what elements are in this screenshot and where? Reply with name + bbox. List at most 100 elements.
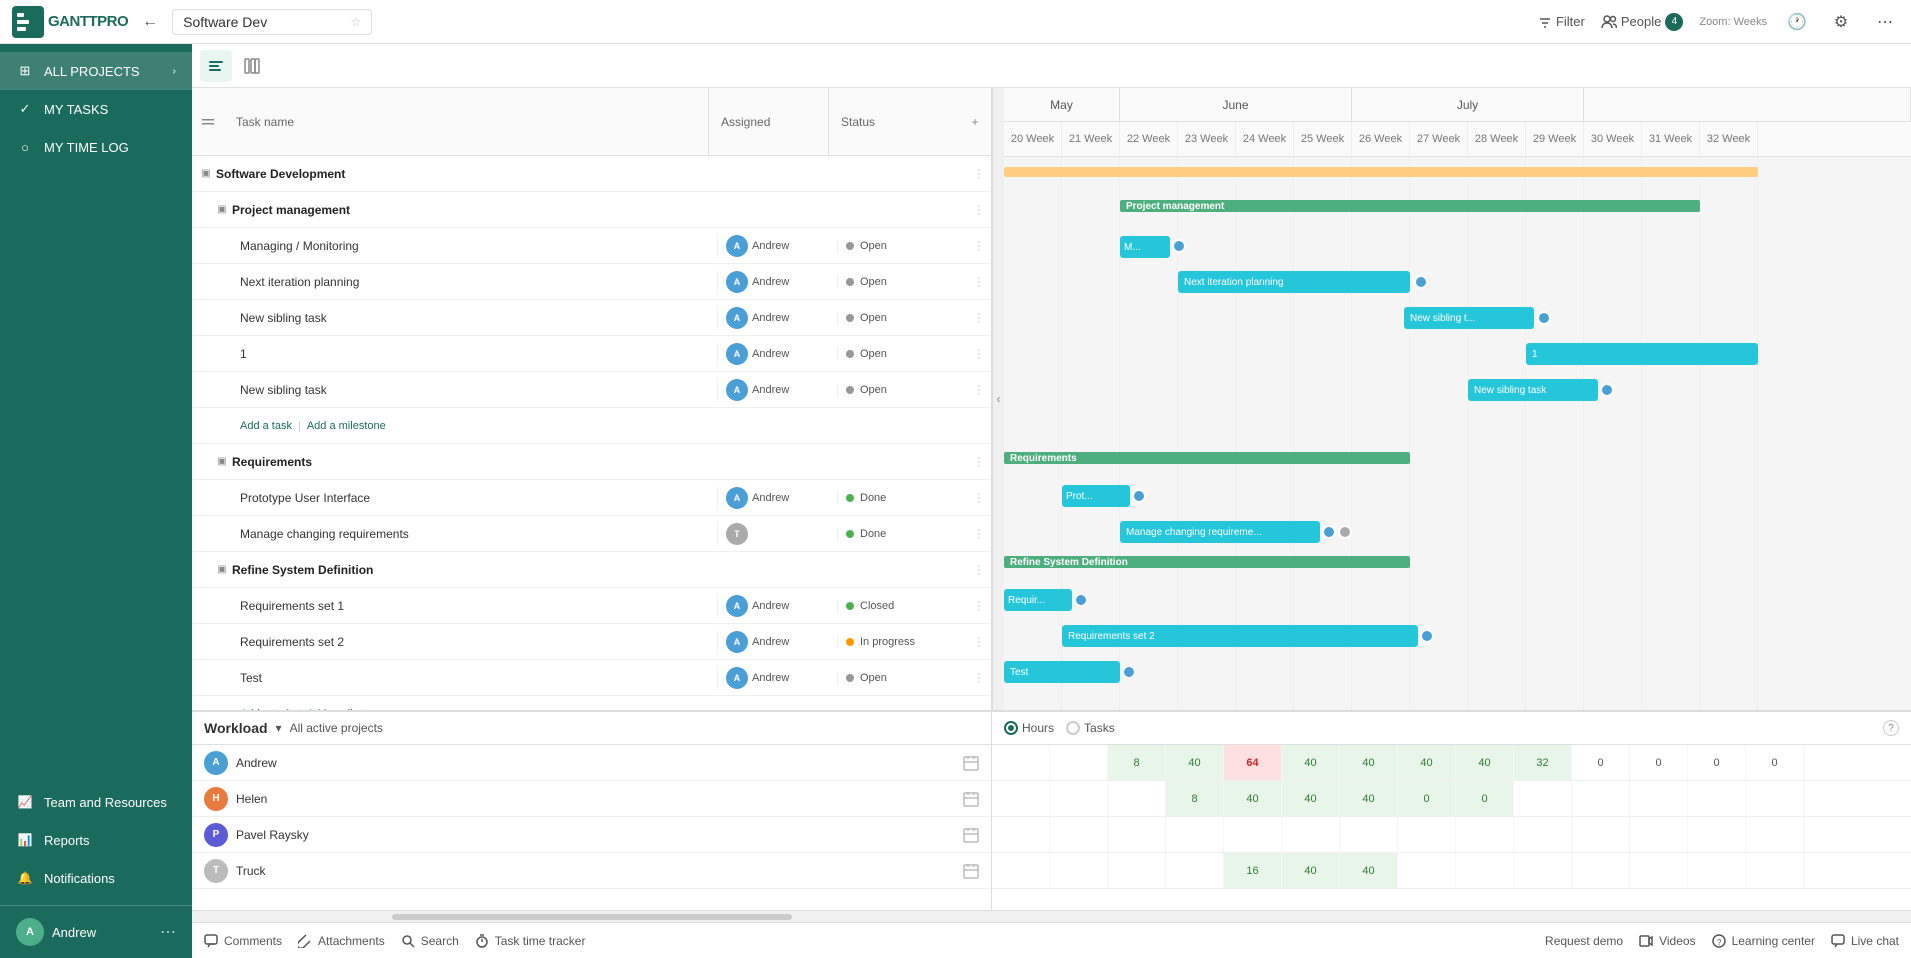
row-menu-icon[interactable]: ⋮ bbox=[967, 383, 991, 397]
bar-refine[interactable]: Refine System Definition bbox=[1004, 556, 1410, 568]
bar-project-mgmt[interactable]: Project management bbox=[1120, 200, 1700, 212]
videos-label: Videos bbox=[1659, 934, 1695, 948]
scroll-bar[interactable] bbox=[192, 910, 1911, 922]
videos-button[interactable]: Videos bbox=[1639, 934, 1695, 948]
col-add[interactable]: + bbox=[959, 88, 991, 155]
bar-managing[interactable]: M... bbox=[1120, 236, 1170, 258]
logo-text: GANTTPRO bbox=[48, 13, 128, 30]
sidebar-item-my-tasks[interactable]: ✓ MY TASKS bbox=[0, 90, 192, 128]
search-button[interactable]: Search bbox=[401, 934, 459, 948]
bar-manage-changing[interactable]: Manage changing requireme... bbox=[1120, 521, 1320, 543]
calendar-icon[interactable] bbox=[963, 863, 979, 879]
table-row: ▣ Refine System Definition ⋮ bbox=[192, 552, 991, 588]
sidebar-item-team-resources[interactable]: 📈 Team and Resources bbox=[0, 783, 192, 821]
comments-button[interactable]: Comments bbox=[204, 934, 282, 948]
bar-task-1[interactable]: 1 bbox=[1526, 343, 1758, 365]
task-name: 1 bbox=[240, 347, 717, 361]
table-row: New sibling task A Andrew Open ⋮ bbox=[192, 300, 991, 336]
help-icon[interactable]: ? bbox=[1883, 720, 1899, 736]
chat-icon bbox=[1831, 934, 1845, 948]
live-chat-button[interactable]: Live chat bbox=[1831, 934, 1899, 948]
settings-button[interactable]: ⚙ bbox=[1827, 8, 1855, 36]
calendar-icon[interactable] bbox=[963, 755, 979, 771]
wc bbox=[1630, 817, 1688, 852]
sidebar-item-my-time-log[interactable]: ○ MY TIME LOG bbox=[0, 128, 192, 166]
timer-icon bbox=[475, 934, 489, 948]
add-task-row: Add a task | Add a milestone bbox=[192, 408, 991, 444]
content: Task name Assigned Status + ▣ Soft bbox=[192, 44, 1911, 958]
task-name: Next iteration planning bbox=[240, 275, 717, 289]
side-collapse-handle[interactable]: ‹ bbox=[992, 88, 1004, 710]
star-icon[interactable]: ☆ bbox=[350, 15, 361, 29]
row-menu-icon[interactable]: ⋮ bbox=[967, 491, 991, 505]
row-menu-icon[interactable]: ⋮ bbox=[967, 275, 991, 289]
row-menu-icon[interactable]: ⋮ bbox=[967, 527, 991, 541]
sidebar-item-all-projects[interactable]: ⊞ ALL PROJECTS › bbox=[0, 52, 192, 90]
bar-prototype[interactable]: Prot... bbox=[1062, 485, 1130, 507]
expand-icon[interactable]: ▣ bbox=[216, 204, 228, 216]
expand-icon[interactable]: ▣ bbox=[216, 456, 228, 468]
bar-requirements[interactable]: Requirements bbox=[1004, 452, 1410, 464]
row-menu-icon[interactable]: ⋮ bbox=[967, 203, 991, 217]
task-assigned: A Andrew bbox=[717, 631, 837, 653]
sidebar-item-reports[interactable]: 📊 Reports bbox=[0, 821, 192, 859]
scroll-thumb[interactable] bbox=[392, 914, 792, 920]
row-menu-icon[interactable]: ⋮ bbox=[967, 563, 991, 577]
board-view-button[interactable] bbox=[236, 50, 268, 82]
radio-group: Hours Tasks bbox=[1004, 721, 1115, 735]
row-menu-icon[interactable]: ⋮ bbox=[967, 167, 991, 181]
attachments-button[interactable]: Attachments bbox=[298, 934, 385, 948]
add-milestone-link[interactable]: Add a milestone bbox=[307, 420, 386, 432]
avatar: A bbox=[726, 271, 748, 293]
row-menu-icon[interactable]: ⋮ bbox=[967, 671, 991, 685]
row-menu-icon[interactable]: ⋮ bbox=[967, 599, 991, 613]
row-menu-icon[interactable]: ⋮ bbox=[967, 455, 991, 469]
status-label: Closed bbox=[860, 600, 894, 612]
add-task-link[interactable]: Add a task bbox=[240, 420, 292, 432]
learning-center-button[interactable]: ? Learning center bbox=[1712, 934, 1815, 948]
sidebar-item-notifications[interactable]: 🔔 Notifications bbox=[0, 859, 192, 897]
back-button[interactable]: ← bbox=[136, 8, 164, 36]
task-assigned: A Andrew bbox=[717, 343, 837, 365]
expand-icon[interactable]: ▣ bbox=[216, 564, 228, 576]
wc: 40 bbox=[1282, 853, 1340, 888]
radio-hours[interactable]: Hours bbox=[1004, 721, 1054, 735]
week-25: 25 Week bbox=[1294, 122, 1352, 156]
task-name: Manage changing requirements bbox=[240, 527, 717, 541]
gantt-view-button[interactable] bbox=[200, 50, 232, 82]
bar-software-dev[interactable] bbox=[1004, 167, 1758, 177]
bar-req-set-1[interactable]: Requir... bbox=[1004, 589, 1072, 611]
row-menu-icon[interactable]: ⋮ bbox=[967, 311, 991, 325]
project-title-box[interactable]: Software Dev ☆ bbox=[172, 9, 372, 35]
row-menu-icon[interactable]: ⋮ bbox=[967, 239, 991, 253]
bar-next-iteration[interactable]: Next iteration planning bbox=[1178, 271, 1410, 293]
calendar-icon[interactable] bbox=[963, 827, 979, 843]
row-menu-icon[interactable]: ⋮ bbox=[967, 635, 991, 649]
bar-req-set-2[interactable]: Requirements set 2 bbox=[1062, 625, 1418, 647]
avatar-bar-8 bbox=[1074, 593, 1088, 607]
bar-test[interactable]: Test bbox=[1004, 661, 1120, 683]
bar-new-sibling-2[interactable]: New sibling task bbox=[1468, 379, 1598, 401]
avatar: A bbox=[726, 307, 748, 329]
expand-icon[interactable]: ▣ bbox=[200, 168, 212, 180]
request-demo-link[interactable]: Request demo bbox=[1545, 934, 1623, 948]
task-time-button[interactable]: Task time tracker bbox=[475, 934, 586, 948]
status-label: Open bbox=[860, 276, 887, 288]
avatar-truck: T bbox=[204, 859, 228, 883]
gantt-header: May June July 20 Week 21 Week 22 Week 23… bbox=[1004, 88, 1911, 157]
wc: 0 bbox=[1746, 745, 1804, 780]
avatar-bar-2 bbox=[1414, 275, 1428, 289]
assigned-name: Andrew bbox=[752, 348, 789, 360]
radio-tasks[interactable]: Tasks bbox=[1066, 721, 1115, 735]
workload-dropdown[interactable]: ▾ bbox=[276, 721, 282, 735]
row-menu-icon[interactable]: ⋮ bbox=[967, 347, 991, 361]
history-button[interactable]: 🕐 bbox=[1783, 8, 1811, 36]
col-toggle bbox=[192, 88, 224, 155]
user-menu-button[interactable]: ⋯ bbox=[160, 922, 176, 942]
more-button[interactable]: ⋯ bbox=[1871, 8, 1899, 36]
bar-new-sibling-1[interactable]: New sibling t... bbox=[1404, 307, 1534, 329]
filter-button[interactable]: Filter bbox=[1538, 14, 1585, 29]
people-button[interactable]: People 4 bbox=[1601, 13, 1683, 31]
task-assigned: A Andrew bbox=[717, 379, 837, 401]
calendar-icon[interactable] bbox=[963, 791, 979, 807]
